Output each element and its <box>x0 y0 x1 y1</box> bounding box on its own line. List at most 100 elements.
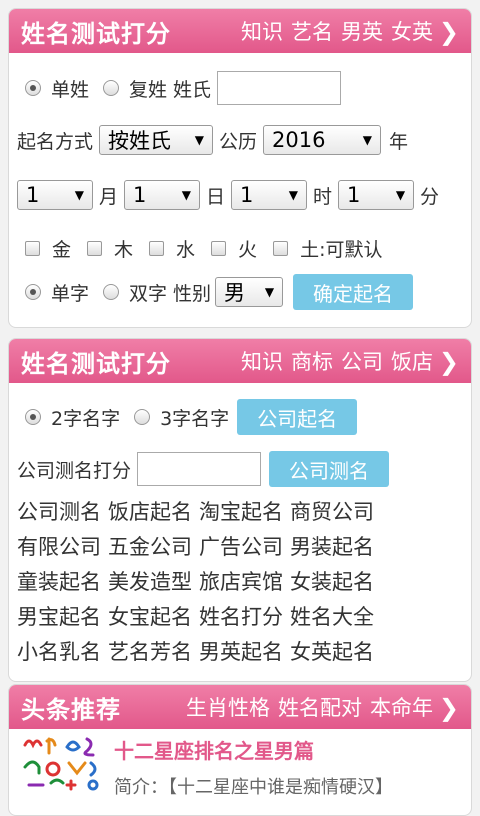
two-char-label: 2字名字 <box>51 407 121 430</box>
category-links-row: 男宝起名 女宝起名 姓名打分 姓名大全 <box>17 600 467 635</box>
category-link[interactable]: 艺名芳名 <box>108 640 192 664</box>
category-link[interactable]: 女宝起名 <box>108 605 192 629</box>
double-surname-radio[interactable] <box>103 80 120 96</box>
year-value: 2016 <box>272 128 326 152</box>
element-water-checkbox[interactable] <box>149 241 165 256</box>
header-link-knowledge[interactable]: 知识 <box>241 16 283 46</box>
header-link-zodiac[interactable]: 生肖性格 <box>186 692 270 722</box>
category-link[interactable]: 淘宝起名 <box>199 500 283 524</box>
header-links: 生肖性格 姓名配对 本命年 <box>178 685 433 729</box>
single-surname-label: 单姓 <box>51 78 90 101</box>
hour-select[interactable]: 1 ▼ <box>231 180 308 210</box>
double-char-label: 双字 <box>129 282 168 305</box>
header-links: 知识 商标 公司 饭店 <box>233 339 433 383</box>
header-link-stage-name[interactable]: 艺名 <box>291 16 333 46</box>
company-test-button[interactable]: 公司测名 <box>269 451 390 487</box>
chevron-right-icon[interactable]: ❯ <box>439 348 459 376</box>
single-surname-radio[interactable] <box>25 80 41 96</box>
category-link[interactable]: 姓名打分 <box>199 605 283 629</box>
category-link[interactable]: 小名乳名 <box>17 640 101 664</box>
company-test-row: 公司测名打分 公司测名 <box>17 451 390 487</box>
single-char-radio[interactable] <box>25 284 41 300</box>
three-char-radio[interactable] <box>134 409 151 425</box>
category-link[interactable]: 女装起名 <box>290 570 374 594</box>
year-select[interactable]: 2016 ▼ <box>263 125 382 155</box>
two-char-radio[interactable] <box>25 409 41 425</box>
dropdown-arrow-icon: ▼ <box>74 188 84 202</box>
name-test-card: 姓名测试打分 知识 艺名 男英 女英 ❯ 单姓 复姓 姓氏 起名方式 按姓氏 ▼… <box>8 8 472 328</box>
surname-label: 姓氏 <box>173 78 212 101</box>
category-link[interactable]: 姓名大全 <box>290 605 374 629</box>
category-links-row: 公司测名 饭店起名 淘宝起名 商贸公司 <box>17 495 467 530</box>
news-title-link[interactable]: 十二星座排名之星男篇 <box>114 735 314 764</box>
three-char-label: 3字名字 <box>160 407 230 430</box>
category-link[interactable]: 广告公司 <box>199 535 283 559</box>
day-value: 1 <box>133 183 147 207</box>
category-link[interactable]: 男宝起名 <box>17 605 101 629</box>
day-select[interactable]: 1 ▼ <box>124 180 201 210</box>
category-link[interactable]: 美发造型 <box>108 570 192 594</box>
element-wood-label: 木 <box>114 239 134 261</box>
card-title[interactable]: 姓名测试打分 <box>9 14 171 49</box>
company-naming-card: 姓名测试打分 知识 商标 公司 饭店 ❯ 2字名字 3字名字 公司起名 公司测名… <box>8 338 472 682</box>
header-link-restaurant[interactable]: 饭店 <box>391 346 433 376</box>
category-link[interactable]: 旅店宾馆 <box>199 570 283 594</box>
month-select[interactable]: 1 ▼ <box>17 180 93 210</box>
hour-unit: 时 <box>313 185 333 208</box>
category-links-row: 童装起名 美发造型 旅店宾馆 女装起名 <box>17 565 467 600</box>
element-fire-checkbox[interactable] <box>211 241 227 256</box>
element-wood-checkbox[interactable] <box>87 241 103 256</box>
headline-card: 头条推荐 生肖性格 姓名配对 本命年 ❯ 十二星座排名之星男篇 简介：【十二星座… <box>8 684 472 816</box>
element-earth-label: 土:可默认 <box>300 239 383 261</box>
company-naming-button[interactable]: 公司起名 <box>237 399 358 435</box>
header-link-name-match[interactable]: 姓名配对 <box>278 692 362 722</box>
category-links-row: 有限公司 五金公司 广告公司 男装起名 <box>17 530 467 565</box>
header-link-knowledge[interactable]: 知识 <box>241 346 283 376</box>
category-link[interactable]: 公司测名 <box>17 500 101 524</box>
card-title[interactable]: 姓名测试打分 <box>9 344 171 379</box>
header-link-company[interactable]: 公司 <box>341 346 383 376</box>
element-earth-checkbox[interactable] <box>273 241 289 256</box>
gender-label: 性别 <box>173 282 212 305</box>
minute-value: 1 <box>347 183 361 207</box>
chevron-right-icon[interactable]: ❯ <box>439 18 459 46</box>
element-metal-checkbox[interactable] <box>25 241 40 256</box>
surname-row: 单姓 复姓 姓氏 <box>25 71 342 105</box>
company-name-length-row: 2字名字 3字名字 公司起名 <box>25 399 358 435</box>
category-link[interactable]: 童装起名 <box>17 570 101 594</box>
header-link-trademark[interactable]: 商标 <box>291 346 333 376</box>
category-link[interactable]: 五金公司 <box>108 535 192 559</box>
double-char-radio[interactable] <box>103 284 120 300</box>
card-title[interactable]: 头条推荐 <box>9 690 121 725</box>
header-link-female-english[interactable]: 女英 <box>391 16 433 46</box>
category-link[interactable]: 女英起名 <box>290 640 374 664</box>
category-links: 公司测名 饭店起名 淘宝起名 商贸公司 有限公司 五金公司 广告公司 男装起名 童装起名 美发… <box>17 495 467 670</box>
header-link-male-english[interactable]: 男英 <box>341 16 383 46</box>
gender-select[interactable]: 男 ▼ <box>215 277 284 307</box>
naming-mode-row: 起名方式 按姓氏 ▼ 公历 2016 ▼ 年 <box>17 125 408 155</box>
category-link[interactable]: 男装起名 <box>290 535 374 559</box>
minute-select[interactable]: 1 ▼ <box>338 180 415 210</box>
double-surname-label: 复姓 <box>129 78 168 101</box>
header-links: 知识 艺名 男英 女英 <box>233 9 433 53</box>
category-link[interactable]: 商贸公司 <box>290 500 374 524</box>
category-link[interactable]: 有限公司 <box>17 535 101 559</box>
category-link[interactable]: 男英起名 <box>199 640 283 664</box>
company-test-input[interactable] <box>137 452 262 486</box>
name-options-row: 单字 双字 性别 男 ▼ 确定起名 <box>25 274 414 310</box>
chevron-right-icon[interactable]: ❯ <box>439 694 459 722</box>
five-elements-row: 金 木 水 火 土:可默认 <box>25 235 382 262</box>
date-row: 1 ▼ 月 1 ▼ 日 1 ▼ 时 1 ▼ 分 <box>17 180 439 210</box>
zodiac-thumbnail[interactable] <box>19 733 105 793</box>
surname-input[interactable] <box>217 71 342 105</box>
element-fire-label: 火 <box>238 239 258 261</box>
header-link-birth-year[interactable]: 本命年 <box>370 692 433 722</box>
single-char-label: 单字 <box>51 282 90 305</box>
naming-mode-select[interactable]: 按姓氏 ▼ <box>99 125 214 155</box>
card-header: 头条推荐 生肖性格 姓名配对 本命年 ❯ <box>9 685 471 729</box>
card-header: 姓名测试打分 知识 艺名 男英 女英 ❯ <box>9 9 471 53</box>
element-metal-label: 金 <box>52 239 72 261</box>
confirm-naming-button[interactable]: 确定起名 <box>293 274 414 310</box>
dropdown-arrow-icon: ▼ <box>395 188 406 202</box>
category-link[interactable]: 饭店起名 <box>108 500 192 524</box>
